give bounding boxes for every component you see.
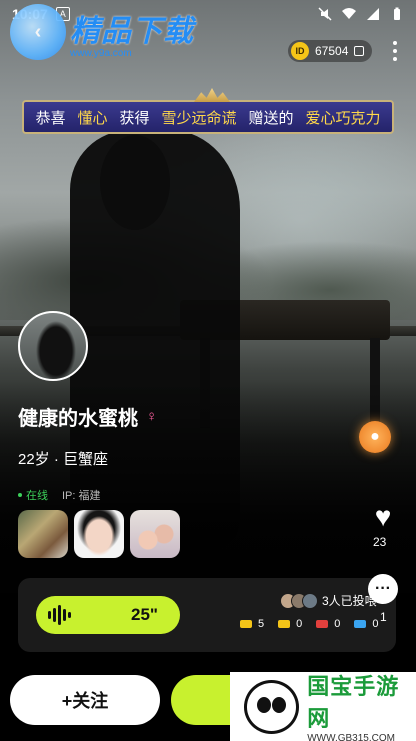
- voice-play-button[interactable]: 25": [36, 596, 180, 634]
- gift-announcement-banner: 恭喜 懂心 获得 雪少远命谎 赠送的 爱心巧克力: [22, 100, 394, 134]
- lock-icon: [316, 620, 329, 628]
- gift-count: 5: [258, 618, 265, 630]
- watermark-title: 精品下载: [70, 14, 194, 48]
- female-icon: ♀: [146, 408, 158, 425]
- battery-icon: [394, 7, 400, 20]
- fish-icon: [354, 620, 367, 628]
- watermark-bottom-title: 国宝手游网: [307, 674, 400, 731]
- banner-text: 获得: [119, 109, 150, 127]
- gift-item: 0: [316, 618, 340, 630]
- paw-icon[interactable]: ●: [359, 421, 391, 453]
- gift-item: 5: [240, 618, 264, 630]
- like-count: 23: [373, 535, 387, 549]
- status-icons: [318, 7, 404, 21]
- online-status: 在线: [18, 487, 48, 503]
- soundwave-icon: [48, 605, 71, 625]
- chat-bubble-icon[interactable]: ···: [368, 574, 398, 604]
- signal-icon: [367, 8, 379, 20]
- gift-count: 0: [334, 618, 341, 630]
- profile-name-row: 健康的水蜜桃 ♀: [18, 402, 157, 431]
- back-icon[interactable]: ‹: [10, 4, 66, 60]
- gallery-photo[interactable]: [74, 510, 124, 558]
- watermark-url: www.y9a.com: [70, 47, 132, 59]
- voice-duration: 25": [131, 605, 158, 624]
- photo-gallery: [18, 510, 180, 558]
- watermark-bottom-url: WWW.GB315.COM: [307, 733, 395, 741]
- panda-logo-icon: [244, 679, 300, 734]
- banner-gift: 爱心巧克力: [305, 109, 381, 127]
- ip-location: IP: 福建: [62, 490, 101, 502]
- avatar[interactable]: [18, 311, 88, 381]
- voter-avatars: [280, 592, 318, 609]
- bone-icon: [240, 620, 252, 628]
- banner-text: 赠送的: [248, 109, 294, 127]
- gift-item: 0: [354, 618, 379, 630]
- mute-icon: [318, 7, 332, 21]
- profile-name: 健康的水蜜桃: [18, 408, 138, 430]
- gift-count: 0: [372, 618, 379, 630]
- banner-sender: 雪少远命谎: [161, 109, 237, 127]
- voters-row[interactable]: 3人已投喂: [280, 592, 377, 609]
- wifi-icon: [342, 8, 356, 19]
- car-icon: [278, 620, 291, 628]
- person-head-silhouette: [100, 135, 170, 230]
- banner-receiver: 懂心: [77, 109, 108, 127]
- id-badge: ID: [291, 42, 309, 60]
- online-status-row: 在线 IP: 福建: [18, 487, 101, 503]
- heart-icon[interactable]: ♥: [368, 502, 398, 532]
- gift-count: 0: [296, 618, 303, 630]
- gift-stats: 5 0 0 0: [240, 618, 379, 630]
- copy-icon[interactable]: [354, 46, 365, 56]
- chat-count: 1: [380, 610, 387, 624]
- age-zodiac: 22岁 · 巨蟹座: [18, 451, 109, 468]
- gift-item: 0: [278, 618, 302, 630]
- gallery-photo[interactable]: [130, 510, 180, 558]
- follow-button[interactable]: +关注: [10, 675, 160, 725]
- user-id-value: 67504: [315, 44, 349, 58]
- watermark-bottom: 国宝手游网 WWW.GB315.COM: [230, 672, 416, 741]
- user-id-pill[interactable]: ID 67504: [288, 40, 373, 62]
- more-menu-icon[interactable]: [388, 38, 402, 64]
- banner-text: 恭喜: [35, 109, 66, 127]
- voice-panel: 25" 3人已投喂 5 0 0 0: [18, 578, 396, 652]
- watermark-logo: ‹ 精品下载 www.y9a.com: [10, 4, 194, 60]
- gallery-photo[interactable]: [18, 510, 68, 558]
